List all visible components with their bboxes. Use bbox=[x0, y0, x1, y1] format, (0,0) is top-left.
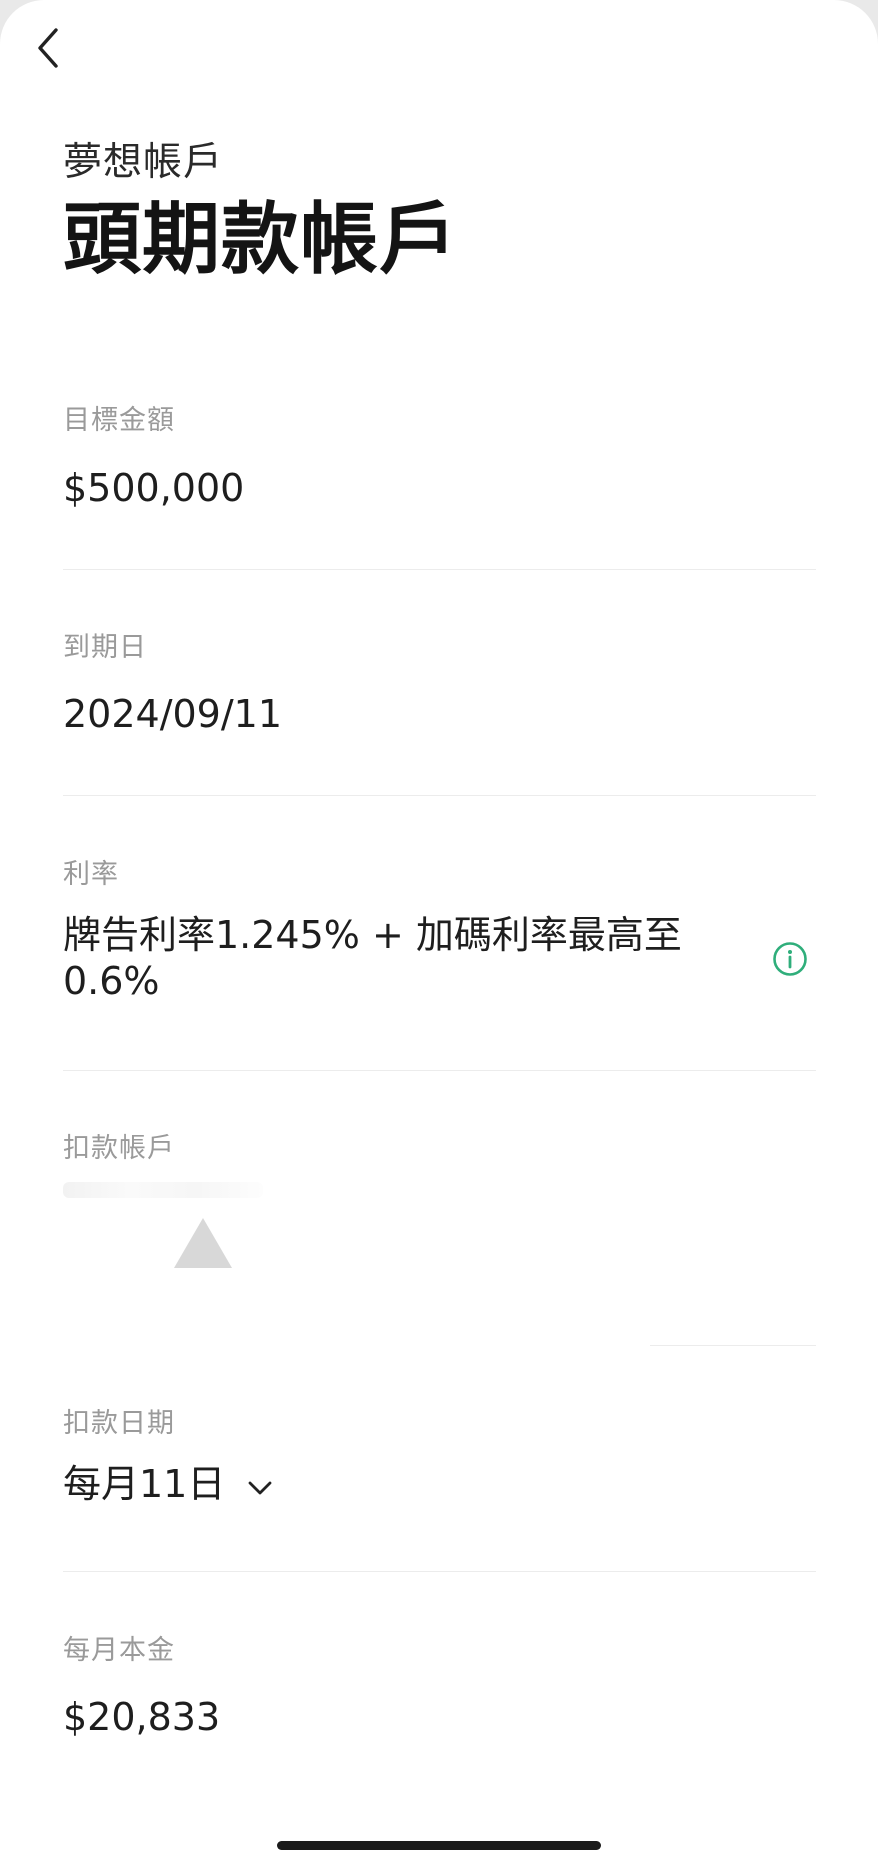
redaction-triangle bbox=[174, 1218, 232, 1268]
redacted-text bbox=[63, 1182, 263, 1198]
divider bbox=[63, 569, 816, 570]
phone-screen: 夢想帳戶 頭期款帳戶 目標金額 $500,000 到期日 2024/09/11 … bbox=[0, 0, 878, 1865]
page-subtitle: 夢想帳戶 bbox=[63, 140, 224, 185]
due-date-label: 到期日 bbox=[63, 632, 147, 663]
debit-account-label: 扣款帳戶 bbox=[63, 1133, 175, 1164]
page-header: 夢想帳戶 頭期款帳戶 bbox=[63, 140, 815, 284]
monthly-principal-value: $20,833 bbox=[63, 1695, 221, 1739]
due-date-value: 2024/09/11 bbox=[63, 692, 283, 736]
page-title: 頭期款帳戶 bbox=[63, 195, 459, 285]
info-circle-icon bbox=[773, 942, 807, 976]
debit-account-masked-value bbox=[63, 1176, 816, 1306]
debit-account-field: 扣款帳戶 bbox=[63, 1132, 816, 1306]
divider bbox=[63, 1070, 816, 1071]
interest-rate-field: 利率 牌告利率1.245% + 加碼利率最高至0.6% bbox=[63, 858, 816, 1004]
target-amount-field: 目標金額 $500,000 bbox=[63, 404, 816, 511]
debit-date-label: 扣款日期 bbox=[63, 1408, 175, 1439]
debit-date-value: 每月11日 bbox=[63, 1462, 226, 1506]
interest-rate-row: 牌告利率1.245% + 加碼利率最高至0.6% bbox=[63, 912, 816, 1004]
target-amount-label: 目標金額 bbox=[63, 405, 175, 436]
interest-rate-value: 牌告利率1.245% + 加碼利率最高至0.6% bbox=[63, 913, 682, 1003]
divider bbox=[650, 1345, 816, 1346]
chevron-down-icon bbox=[248, 1481, 272, 1495]
debit-date-dropdown[interactable]: 每月11日 bbox=[63, 1461, 273, 1507]
due-date-field: 到期日 2024/09/11 bbox=[63, 631, 816, 737]
chevron-left-icon bbox=[38, 28, 58, 68]
home-indicator[interactable] bbox=[277, 1841, 601, 1850]
monthly-principal-label: 每月本金 bbox=[63, 1635, 175, 1666]
interest-info-button[interactable] bbox=[770, 939, 810, 979]
target-amount-value: $500,000 bbox=[63, 466, 245, 510]
divider bbox=[63, 795, 816, 796]
debit-date-field: 扣款日期 每月11日 bbox=[63, 1407, 816, 1507]
divider bbox=[63, 1571, 816, 1572]
back-button[interactable] bbox=[26, 20, 70, 76]
monthly-principal-field: 每月本金 $20,833 bbox=[63, 1634, 816, 1740]
interest-rate-label: 利率 bbox=[63, 859, 119, 890]
